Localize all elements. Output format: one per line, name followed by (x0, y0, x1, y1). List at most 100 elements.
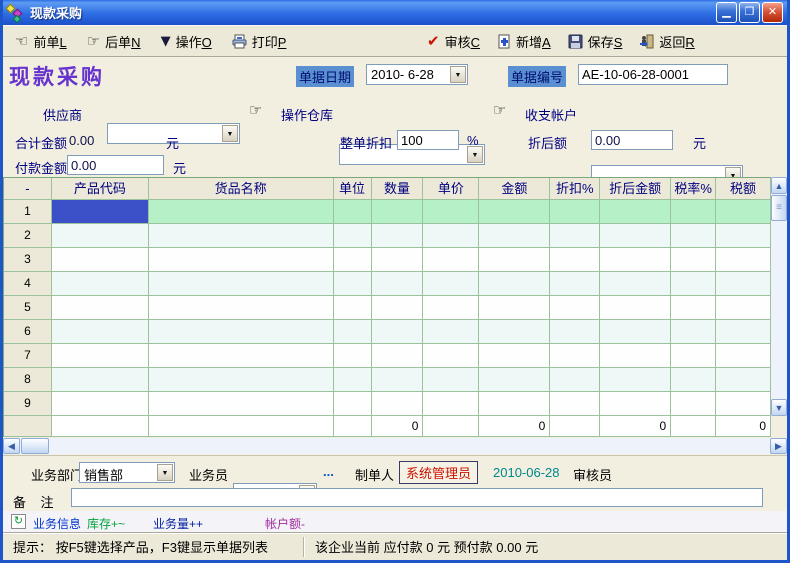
grid-cell[interactable] (149, 272, 334, 296)
grid-cell[interactable] (149, 224, 334, 248)
grid-cell[interactable] (423, 272, 479, 296)
hscroll-thumb[interactable] (21, 438, 49, 454)
grid-cell[interactable] (52, 368, 149, 392)
grid-cell[interactable] (479, 344, 550, 368)
grid-cell[interactable] (550, 248, 600, 272)
grid-cell[interactable] (671, 368, 716, 392)
grid-cell[interactable] (52, 224, 149, 248)
grid-row-number[interactable]: 5 (4, 296, 52, 320)
grid-cell[interactable] (550, 224, 600, 248)
grid-cell[interactable] (334, 368, 372, 392)
grid-row-number[interactable]: 2 (4, 224, 52, 248)
grid-cell[interactable] (479, 224, 550, 248)
warehouse-lookup-icon[interactable]: ☞ (493, 101, 506, 119)
grid-cell[interactable] (423, 392, 479, 416)
grid-cell[interactable] (671, 344, 716, 368)
dept-combo[interactable]: 销售部 ▼ (79, 462, 175, 483)
grid-cell[interactable] (372, 344, 424, 368)
print-button[interactable]: 打印P (232, 32, 287, 51)
grid-cell[interactable] (52, 200, 149, 224)
grid-cell[interactable] (149, 344, 334, 368)
grid-cell[interactable] (149, 392, 334, 416)
vscroll-thumb[interactable] (771, 195, 787, 221)
grid-cell[interactable] (600, 392, 671, 416)
grid-cell[interactable] (671, 272, 716, 296)
grid-cell[interactable] (550, 392, 600, 416)
grid-cell[interactable] (334, 344, 372, 368)
operate-button[interactable]: ▼ 操作O (161, 32, 212, 51)
minimize-button[interactable]: ▁ (716, 2, 737, 23)
grid-row-number[interactable]: 8 (4, 368, 52, 392)
grid-cell[interactable] (372, 320, 424, 344)
grid-cell[interactable] (149, 200, 334, 224)
grid-cell[interactable] (52, 296, 149, 320)
grid-cell[interactable] (334, 224, 372, 248)
payment-amount-input[interactable] (67, 155, 164, 175)
grid-cell[interactable] (334, 200, 372, 224)
grid-cell[interactable] (600, 272, 671, 296)
grid-cell[interactable] (716, 320, 771, 344)
grid-cell[interactable] (423, 368, 479, 392)
grid-cell[interactable] (671, 296, 716, 320)
grid-cell[interactable] (372, 248, 424, 272)
business-volume-link[interactable]: 业务量++ (153, 515, 203, 532)
grid-cell[interactable] (550, 272, 600, 296)
refresh-icon[interactable]: ↻ (11, 514, 26, 529)
supplier-lookup-icon[interactable]: ☞ (249, 101, 262, 119)
grid-row-number[interactable]: 7 (4, 344, 52, 368)
grid-cell[interactable] (334, 272, 372, 296)
vertical-scrollbar[interactable]: ▲ ▼ (771, 177, 787, 416)
scroll-left-button[interactable]: ◀ (3, 438, 20, 454)
grid-cell[interactable] (479, 296, 550, 320)
doc-no-input[interactable] (578, 64, 728, 85)
chevron-down-icon[interactable]: ▼ (467, 146, 483, 163)
audit-button[interactable]: ✔ 审核C (427, 32, 480, 51)
chevron-down-icon[interactable]: ▼ (222, 125, 238, 142)
grid-cell[interactable] (716, 392, 771, 416)
inventory-link[interactable]: 库存+~ (87, 515, 125, 532)
grid-cell[interactable] (671, 320, 716, 344)
grid-cell[interactable] (372, 296, 424, 320)
scroll-down-button[interactable]: ▼ (771, 399, 787, 416)
grid-cell[interactable] (479, 200, 550, 224)
more-button[interactable]: ... (323, 464, 334, 479)
grid-row-number[interactable]: 9 (4, 392, 52, 416)
close-button[interactable]: ✕ (762, 2, 783, 23)
grid-cell[interactable] (671, 248, 716, 272)
grid-cell[interactable] (149, 320, 334, 344)
business-info-link[interactable]: 业务信息 (33, 515, 81, 532)
grid-cell[interactable] (423, 224, 479, 248)
grid-cell[interactable] (550, 200, 600, 224)
grid-cell[interactable] (671, 200, 716, 224)
new-button[interactable]: 新增A (497, 32, 551, 51)
grid-cell[interactable] (716, 248, 771, 272)
grid-cell[interactable] (479, 368, 550, 392)
grid-row-number[interactable]: 4 (4, 272, 52, 296)
grid-cell[interactable] (600, 200, 671, 224)
grid-cell[interactable] (600, 224, 671, 248)
maximize-button[interactable]: ❐ (739, 2, 760, 23)
grid-cell[interactable] (149, 368, 334, 392)
grid-cell[interactable] (716, 272, 771, 296)
grid-cell[interactable] (372, 368, 424, 392)
grid-cell[interactable] (671, 392, 716, 416)
order-discount-input[interactable] (397, 130, 459, 150)
grid-cell[interactable] (423, 296, 479, 320)
grid-cell[interactable] (600, 296, 671, 320)
grid-cell[interactable] (52, 248, 149, 272)
grid-cell[interactable] (334, 392, 372, 416)
grid-cell[interactable] (716, 344, 771, 368)
grid-cell[interactable] (423, 200, 479, 224)
grid-cell[interactable] (550, 368, 600, 392)
grid-cell[interactable] (334, 248, 372, 272)
grid-cell[interactable] (52, 392, 149, 416)
grid-cell[interactable] (600, 368, 671, 392)
grid-cell[interactable] (479, 392, 550, 416)
grid-cell[interactable] (550, 344, 600, 368)
grid-cell[interactable] (52, 344, 149, 368)
grid-cell[interactable] (372, 272, 424, 296)
grid-cell[interactable] (334, 320, 372, 344)
grid-cell[interactable] (479, 272, 550, 296)
prev-doc-button[interactable]: ☜ 前单L (15, 32, 67, 51)
grid-cell[interactable] (671, 224, 716, 248)
